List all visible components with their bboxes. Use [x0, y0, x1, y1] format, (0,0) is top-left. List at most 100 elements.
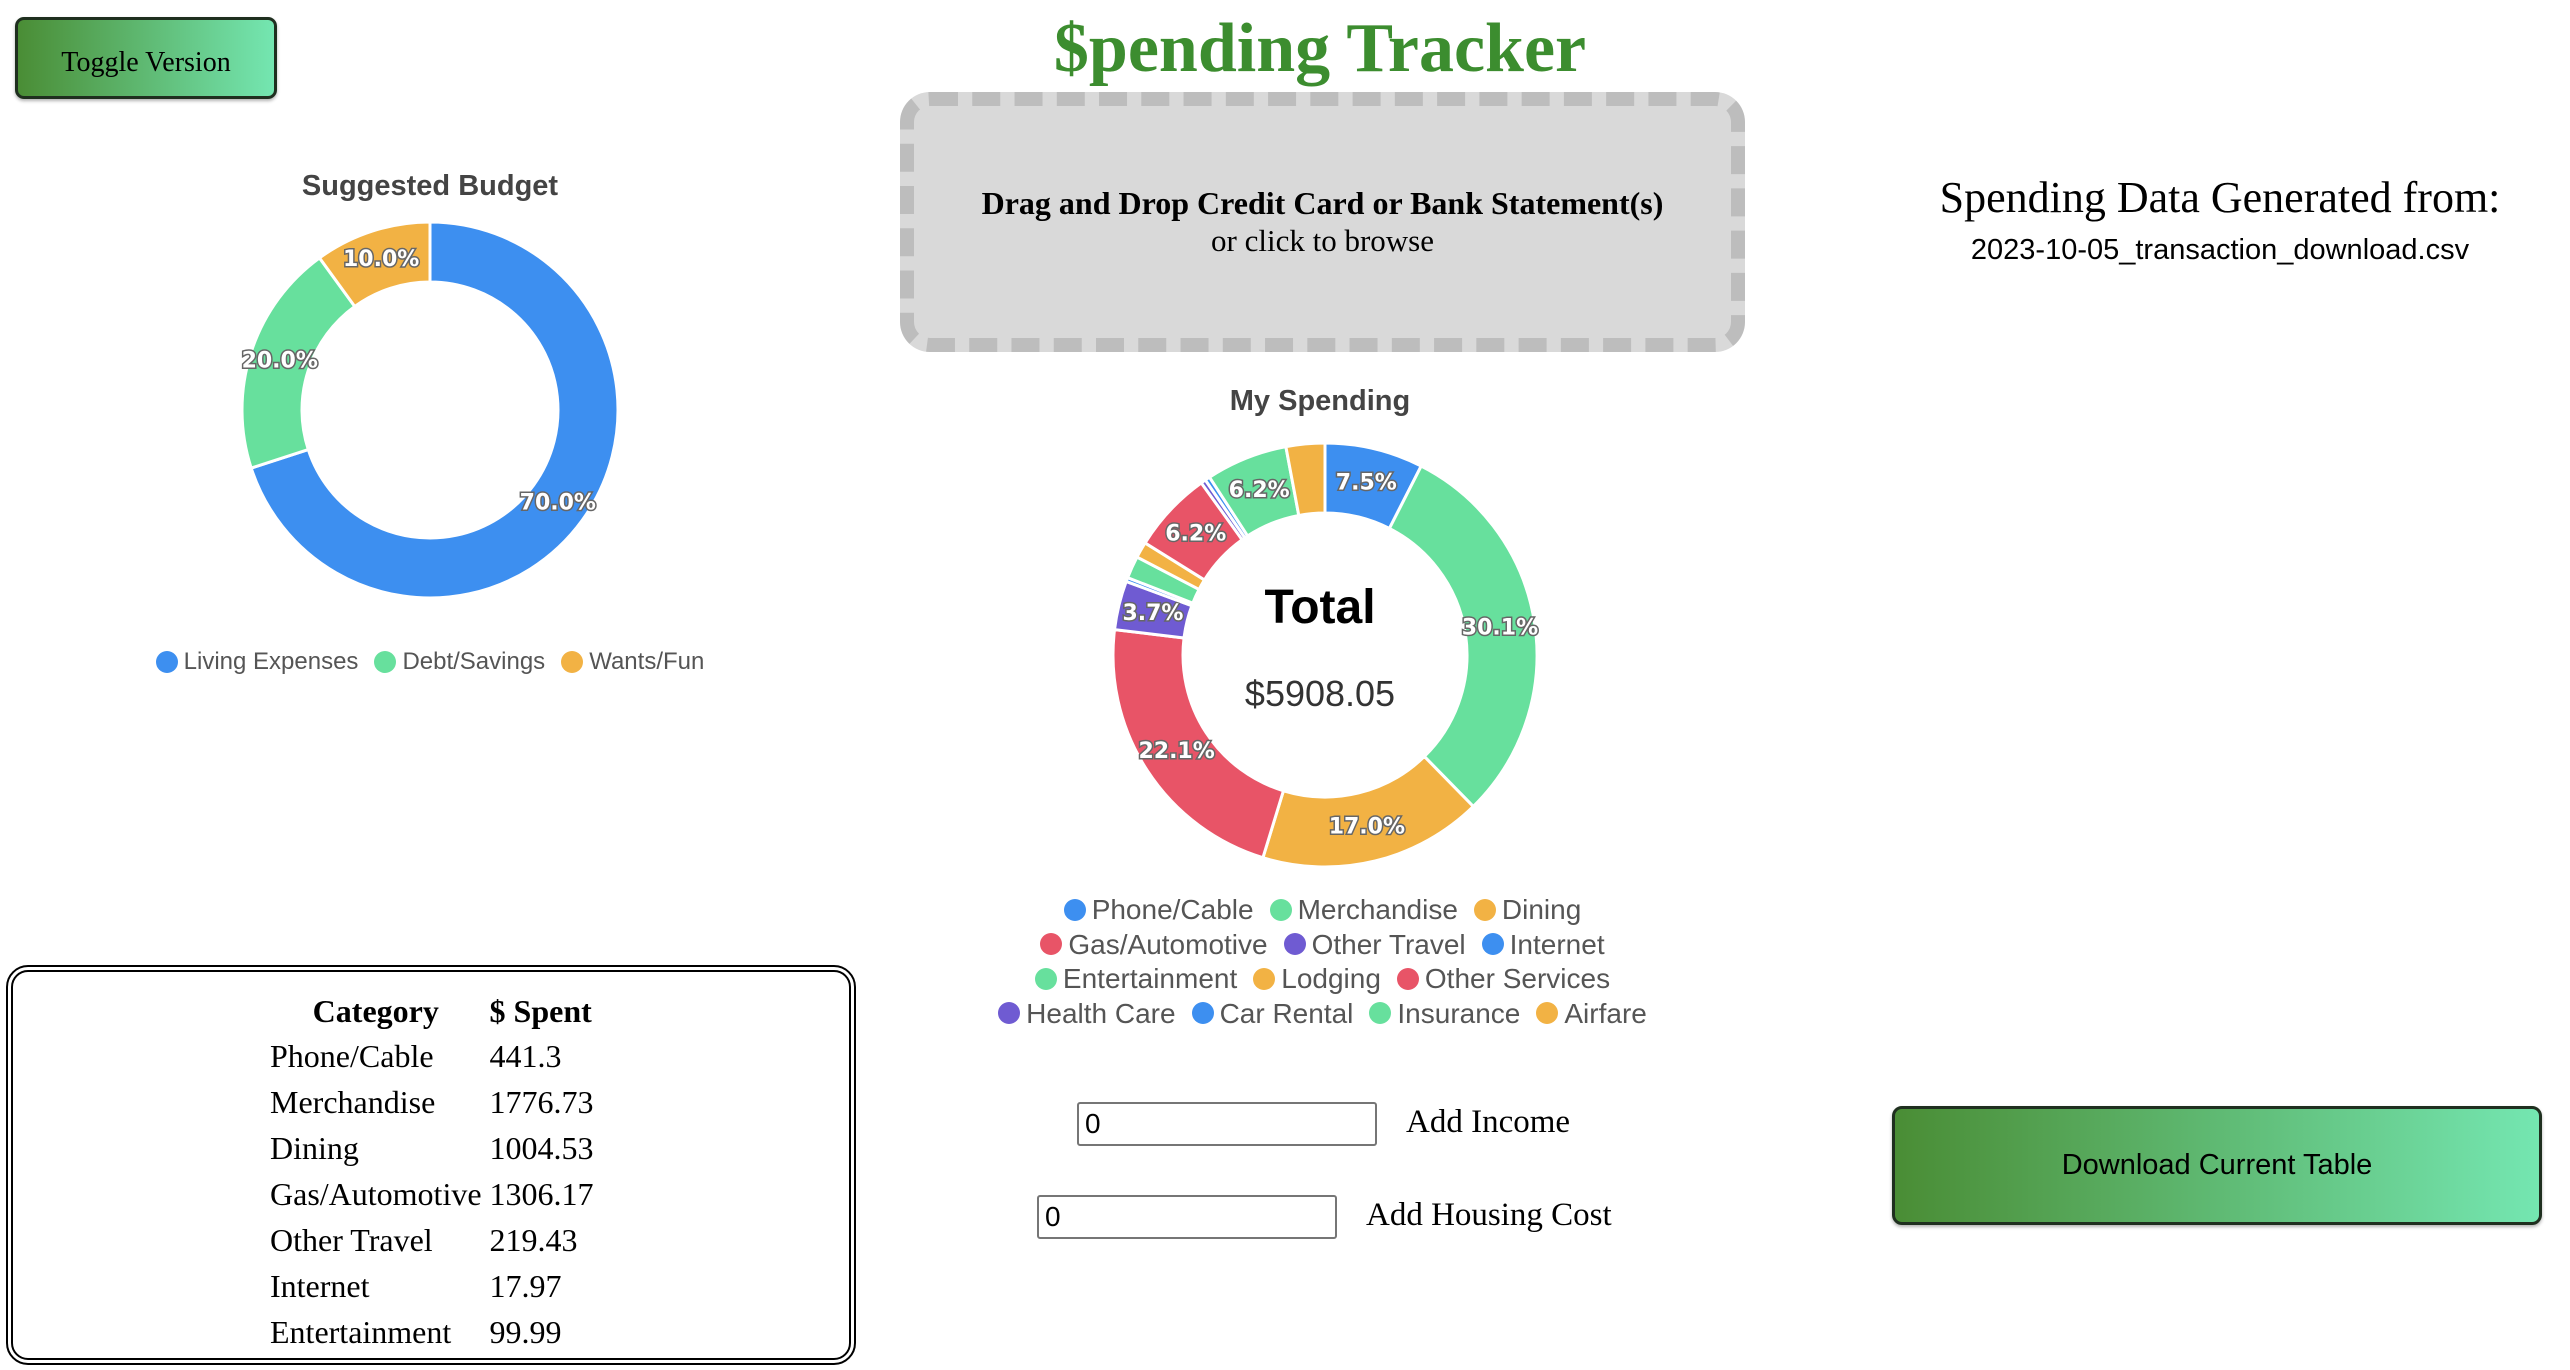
slice-label-living-expenses: 70.0%	[520, 490, 596, 515]
legend-item-entertainment[interactable]: Entertainment	[1034, 962, 1238, 995]
legend-label: Dining	[1501, 894, 1582, 925]
legend-item-living-expenses[interactable]: Living Expenses	[155, 648, 359, 676]
legend-swatch	[1396, 967, 1419, 990]
slice-label-other-services: 6.2%	[1165, 522, 1226, 547]
table-row: Dining 1004.53	[266, 1125, 598, 1171]
amount-cell: 1776.73	[489, 1083, 594, 1120]
legend-swatch	[1536, 1002, 1559, 1024]
category-cell: Dining	[270, 1129, 359, 1166]
slice-dining[interactable]	[1261, 754, 1476, 869]
legend-swatch	[1063, 898, 1086, 921]
housing-cost-label: Add Housing Cost	[1366, 1197, 1612, 1233]
legend-swatch	[374, 651, 397, 673]
legend-swatch	[1369, 1002, 1392, 1024]
legend-label: Internet	[1509, 928, 1605, 960]
legend-swatch	[1191, 1002, 1214, 1024]
legend-row: Phone/Cable Merchandise Dining	[900, 893, 1745, 928]
income-label: Add Income	[1406, 1104, 1571, 1140]
slice-label-gas-automotive: 22.1%	[1138, 739, 1214, 764]
amount-cell: 17.97	[489, 1267, 562, 1304]
category-cell: Gas/Automotive	[270, 1175, 482, 1212]
dropzone-browse-text: or click to browse	[1211, 223, 1434, 258]
legend-item-merchandise[interactable]: Merchandise	[1269, 893, 1458, 926]
app-title: $pending Tracker	[1053, 10, 1587, 87]
category-cell: Merchandise	[270, 1083, 436, 1120]
category-cell: Internet	[270, 1267, 370, 1304]
legend-label: Car Rental	[1219, 997, 1354, 1029]
legend-swatch	[1034, 967, 1057, 990]
amount-cell: 1004.53	[489, 1129, 594, 1166]
spending-table: Category $ Spent Phone/Cable 441.3 Mercha…	[266, 989, 598, 1355]
budget-chart-title: Suggested Budget	[301, 170, 559, 202]
spending-legend: Phone/Cable Merchandise Dining Gas/Automoti…	[900, 893, 1745, 1031]
legend-item-health-care[interactable]: Health Care	[998, 997, 1176, 1030]
legend-item-phone-cable[interactable]: Phone/Cable	[1063, 893, 1254, 926]
legend-swatch	[1481, 933, 1504, 955]
legend-swatch	[998, 1002, 1021, 1024]
legend-label: Lodging	[1281, 963, 1381, 994]
legend-row: Health Care Car Rental Insurance Airfare	[900, 997, 1745, 1032]
legend-label: Wants/Fun	[589, 648, 705, 675]
category-cell: Entertainment	[270, 1313, 452, 1350]
legend-row: Gas/Automotive Other Travel Internet	[900, 928, 1745, 963]
file-dropzone[interactable]: Drag and Drop Credit Card or Bank Statem…	[900, 92, 1745, 352]
slice-label-dining: 17.0%	[1329, 814, 1405, 839]
source-heading: Spending Data Generated from:	[1939, 173, 2501, 222]
dropzone-primary-text: Drag and Drop Credit Card or Bank Statem…	[981, 185, 1664, 221]
legend-label: Living Expenses	[183, 648, 359, 675]
legend-label: Health Care	[1026, 997, 1176, 1029]
housing-cost-input[interactable]	[1037, 1195, 1337, 1239]
legend-swatch	[1283, 933, 1306, 955]
legend-swatch	[1040, 933, 1063, 955]
legend-label: Other Services	[1424, 963, 1611, 994]
legend-label: Airfare	[1564, 997, 1647, 1029]
budget-legend: Living Expenses Debt/Savings Wants/Fun	[80, 648, 780, 680]
total-label: Total	[1264, 581, 1376, 634]
total-value: $5908.05	[1244, 673, 1396, 714]
legend-swatch	[1253, 967, 1276, 990]
table-row: Internet 17.97	[266, 1263, 598, 1309]
legend-item-internet[interactable]: Internet	[1481, 928, 1605, 961]
download-table-button[interactable]: Download Current Table	[1892, 1106, 2542, 1225]
legend-label: Merchandise	[1297, 894, 1458, 925]
source-filename: 2023-10-05_transaction_download.csv	[1970, 234, 2470, 266]
spending-chart-title: My Spending	[1229, 385, 1411, 417]
column-header-spent: $ Spent	[489, 992, 592, 1029]
income-input[interactable]	[1077, 1102, 1377, 1146]
legend-label: Entertainment	[1062, 963, 1238, 994]
budget-donut-chart: 70.0% 20.0% 10.0%	[240, 220, 620, 600]
table-row: Entertainment 99.99	[266, 1309, 598, 1355]
legend-item-lodging[interactable]: Lodging	[1253, 962, 1381, 995]
legend-row: Entertainment Lodging Other Services	[900, 962, 1745, 997]
legend-item-other-services[interactable]: Other Services	[1396, 962, 1611, 995]
legend-label: Insurance	[1397, 997, 1521, 1029]
legend-item-wants-fun[interactable]: Wants/Fun	[561, 648, 704, 676]
legend-swatch	[1473, 898, 1496, 921]
legend-label: Gas/Automotive	[1068, 928, 1268, 960]
legend-item-car-rental[interactable]: Car Rental	[1191, 997, 1354, 1030]
legend-swatch	[1269, 898, 1292, 921]
spending-table-container: Category $ Spent Phone/Cable 441.3 Mercha…	[6, 965, 856, 1365]
slice-label-insurance: 6.2%	[1229, 478, 1290, 503]
legend-item-airfare[interactable]: Airfare	[1536, 997, 1647, 1030]
legend-label: Debt/Savings	[402, 648, 546, 675]
legend-item-other-travel[interactable]: Other Travel	[1283, 928, 1466, 961]
amount-cell: 1306.17	[489, 1175, 594, 1212]
table-row: Phone/Cable 441.3	[266, 1033, 598, 1079]
table-header-row: Category $ Spent	[266, 989, 598, 1033]
amount-cell: 441.3	[489, 1037, 562, 1074]
table-row: Gas/Automotive 1306.17	[266, 1171, 598, 1217]
legend-item-gas-automotive[interactable]: Gas/Automotive	[1040, 928, 1268, 961]
table-row: Merchandise 1776.73	[266, 1079, 598, 1125]
legend-label: Phone/Cable	[1091, 894, 1254, 925]
slice-label-debt-savings: 20.0%	[242, 349, 318, 374]
category-cell: Other Travel	[270, 1221, 433, 1258]
slice-label-phone-cable: 7.5%	[1336, 470, 1397, 495]
spending-donut-chart: 7.5%30.1%17.0%22.1%3.7%6.2%6.2%	[1111, 441, 1540, 869]
table-row: Other Travel 219.43	[266, 1217, 598, 1263]
slice-label-wants-fun: 10.0%	[343, 247, 419, 272]
category-cell: Phone/Cable	[270, 1037, 434, 1074]
legend-item-dining[interactable]: Dining	[1473, 893, 1582, 926]
legend-item-insurance[interactable]: Insurance	[1369, 997, 1520, 1030]
legend-item-debt-savings[interactable]: Debt/Savings	[374, 648, 545, 676]
